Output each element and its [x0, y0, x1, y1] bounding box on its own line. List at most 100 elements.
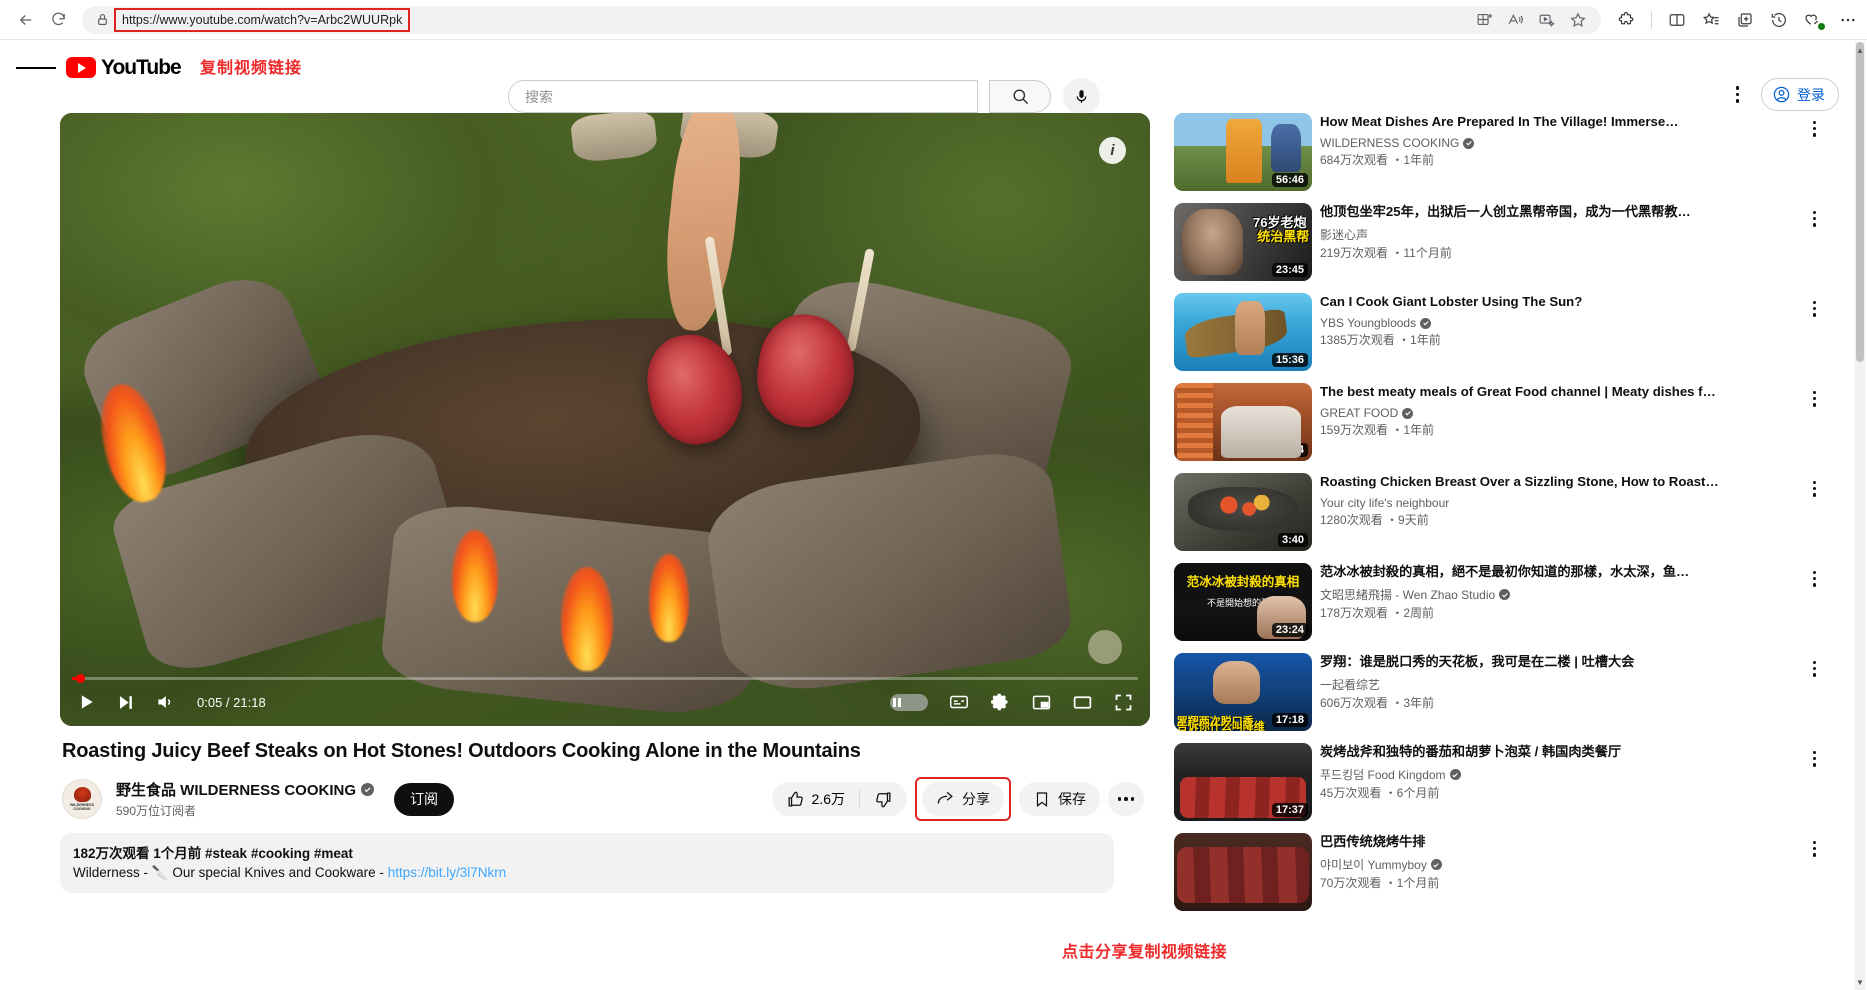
recommendation-stats: 1385万次观看 ・1年前 — [1320, 333, 1441, 347]
recommendation-thumbnail[interactable] — [1174, 833, 1312, 911]
recommendation-menu-icon[interactable] — [1809, 837, 1820, 861]
refresh-button[interactable] — [42, 4, 74, 36]
progress-bar[interactable] — [72, 674, 1138, 683]
recommendation-channel[interactable]: 一起看综艺 — [1320, 676, 1802, 693]
more-actions-button[interactable] — [1108, 782, 1144, 816]
page-body: i 0:05 / 21:18 Roasting Juicy Beef Steak… — [0, 95, 1867, 923]
recommendation-title[interactable]: 他顶包坐牢25年，出狱后一人创立黑帮帝国，成为一代黑帮教… — [1320, 203, 1802, 221]
recommendation-item[interactable]: 17:37 炭烤战斧和独特的番茄和胡萝卜泡菜 / 韩国肉类餐厅 푸드킹덤 Food … — [1174, 743, 1820, 821]
channel-avatar[interactable]: WILDERNESS COOKING — [62, 779, 102, 819]
recommendation-item[interactable]: 56:46 How Meat Dishes Are Prepared In The… — [1174, 113, 1820, 191]
recommendation-menu-icon[interactable] — [1809, 207, 1820, 231]
search-input[interactable]: 搜索 — [508, 80, 978, 113]
video-player[interactable]: i 0:05 / 21:18 — [60, 113, 1150, 726]
recommendation-thumbnail[interactable]: 2:45:24 — [1174, 383, 1312, 461]
scroll-up-arrow[interactable]: ▲ — [1855, 44, 1865, 56]
share-button[interactable]: 分享 — [922, 782, 1004, 816]
theater-mode-icon[interactable] — [1072, 692, 1093, 713]
recommendation-channel[interactable]: Your city life's neighbour — [1320, 496, 1802, 510]
scrollbar-thumb[interactable] — [1856, 42, 1864, 362]
video-enhance-icon[interactable] — [1538, 11, 1555, 28]
recommendation-item[interactable]: 2:45:24 The best meaty meals of Great Foo… — [1174, 383, 1820, 461]
recommendation-item[interactable]: 76岁老炮 统治黑帮 23:45 他顶包坐牢25年，出狱后一人创立黑帮帝国，成为一代黑… — [1174, 203, 1820, 281]
voice-search-button[interactable] — [1063, 78, 1100, 115]
page-scrollbar[interactable] — [1855, 42, 1865, 990]
recommendation-thumbnail[interactable]: 范冰冰被封殺的真相 不是開始想的那樣 23:24 — [1174, 563, 1312, 641]
recommendation-title[interactable]: 罗翔：谁是脱口秀的天花板，我可是在二楼 | 吐槽大会 — [1320, 653, 1802, 671]
recommendation-channel[interactable]: 影迷心声 — [1320, 226, 1802, 243]
recommendation-item[interactable]: 范冰冰被封殺的真相 不是開始想的那樣 23:24 范冰冰被封殺的真相，絕不是最初你知道… — [1174, 563, 1820, 641]
recommendation-thumbnail[interactable]: 17:37 — [1174, 743, 1312, 821]
recommendation-menu-icon[interactable] — [1809, 297, 1820, 321]
history-icon[interactable] — [1770, 11, 1788, 29]
play-icon[interactable] — [76, 692, 96, 712]
video-info-icon[interactable]: i — [1099, 137, 1126, 164]
description-link[interactable]: https://bit.ly/3l7Nkrn — [388, 865, 507, 880]
recommendation-thumbnail[interactable]: 罗翔两次脱口秀 告诉你什么叫降维 17:18 — [1174, 653, 1312, 731]
recommendation-channel[interactable]: 야미보이 Yummyboy — [1320, 856, 1802, 873]
recommendation-thumbnail[interactable]: 3:40 — [1174, 473, 1312, 551]
settings-gear-icon[interactable] — [990, 692, 1011, 713]
url-text[interactable]: https://www.youtube.com/watch?v=Arbc2WUU… — [114, 7, 411, 32]
address-bar[interactable]: https://www.youtube.com/watch?v=Arbc2WUU… — [82, 5, 1601, 34]
volume-icon[interactable] — [155, 692, 175, 712]
recommendation-title[interactable]: 炭烤战斧和独特的番茄和胡萝卜泡菜 / 韩国肉类餐厅 — [1320, 743, 1802, 761]
recommendation-menu-icon[interactable] — [1809, 477, 1820, 501]
recommendation-title[interactable]: 范冰冰被封殺的真相，絕不是最初你知道的那樣，水太深，鱼… — [1320, 563, 1802, 581]
split-screen-icon[interactable] — [1476, 11, 1493, 28]
recommendation-title[interactable]: The best meaty meals of Great Food chann… — [1320, 383, 1802, 401]
split-screen-window-icon[interactable] — [1668, 11, 1686, 29]
recommendation-list: 56:46 How Meat Dishes Are Prepared In The… — [1174, 113, 1820, 911]
collections-icon[interactable] — [1736, 11, 1754, 29]
recommendation-title[interactable]: How Meat Dishes Are Prepared In The Vill… — [1320, 113, 1802, 131]
save-button[interactable]: 保存 — [1019, 782, 1100, 816]
recommendation-title[interactable]: 巴西传统烧烤牛排 — [1320, 833, 1802, 851]
settings-more-icon[interactable] — [1839, 11, 1857, 29]
extensions-icon[interactable] — [1617, 11, 1635, 29]
search-button[interactable] — [989, 80, 1051, 113]
recommendation-item[interactable]: 罗翔两次脱口秀 告诉你什么叫降维 17:18 罗翔：谁是脱口秀的天花板，我可是在二楼 … — [1174, 653, 1820, 731]
recommendation-item[interactable]: 15:36 Can I Cook Giant Lobster Using The … — [1174, 293, 1820, 371]
recommendation-menu-icon[interactable] — [1809, 567, 1820, 591]
fullscreen-icon[interactable] — [1113, 692, 1134, 713]
menu-hamburger-icon[interactable] — [16, 48, 56, 88]
subscribe-button[interactable]: 订阅 — [394, 782, 455, 816]
recommendation-menu-icon[interactable] — [1809, 117, 1820, 141]
channel-watermark[interactable] — [1088, 630, 1122, 664]
video-description[interactable]: 182万次观看 1个月前 #steak #cooking #meat Wilde… — [60, 833, 1114, 893]
dislike-button[interactable] — [860, 790, 907, 809]
like-count: 2.6万 — [811, 791, 845, 807]
favorites-list-icon[interactable] — [1702, 11, 1720, 29]
like-button[interactable]: 2.6万 — [772, 789, 859, 809]
recommendation-channel[interactable]: YBS Youngbloods — [1320, 316, 1802, 330]
recommendation-channel[interactable]: GREAT FOOD — [1320, 406, 1802, 420]
youtube-logo[interactable]: YouTube — [66, 56, 182, 80]
read-aloud-icon[interactable] — [1507, 11, 1524, 28]
recommendation-thumbnail[interactable]: 56:46 — [1174, 113, 1312, 191]
recommendation-channel[interactable]: WILDERNESS COOKING — [1320, 136, 1802, 150]
autoplay-toggle[interactable] — [890, 693, 928, 711]
recommendation-title[interactable]: Can I Cook Giant Lobster Using The Sun? — [1320, 293, 1802, 311]
more-vertical-icon[interactable] — [1730, 80, 1746, 109]
star-icon[interactable] — [1569, 11, 1587, 29]
signin-button[interactable]: 登录 — [1761, 78, 1839, 111]
subtitles-icon[interactable] — [948, 691, 970, 713]
channel-name-row[interactable]: 野生食品 WILDERNESS COOKING — [116, 779, 375, 800]
back-button[interactable] — [10, 4, 42, 36]
recommendation-item[interactable]: 巴西传统烧烤牛排 야미보이 Yummyboy 70万次观看 ・1个月前 — [1174, 833, 1820, 911]
recommendation-menu-icon[interactable] — [1809, 747, 1820, 771]
miniplayer-icon[interactable] — [1031, 692, 1052, 713]
recommendation-menu-icon[interactable] — [1809, 387, 1820, 411]
recommendation-thumbnail[interactable]: 76岁老炮 统治黑帮 23:45 — [1174, 203, 1312, 281]
recommendation-channel[interactable]: 푸드킹덤 Food Kingdom — [1320, 766, 1802, 783]
recommendation-title[interactable]: Roasting Chicken Breast Over a Sizzling … — [1320, 473, 1802, 491]
next-icon[interactable] — [116, 693, 135, 712]
channel-meta: 野生食品 WILDERNESS COOKING 590万位订阅者 — [116, 779, 375, 819]
recommendation-thumbnail[interactable]: 15:36 — [1174, 293, 1312, 371]
recommendation-channel[interactable]: 文昭思緒飛揚 - Wen Zhao Studio — [1320, 586, 1802, 603]
lock-icon — [92, 13, 112, 26]
recommendation-item[interactable]: 3:40 Roasting Chicken Breast Over a Sizzl… — [1174, 473, 1820, 551]
recommendation-menu-icon[interactable] — [1809, 657, 1820, 681]
browser-essentials-icon[interactable] — [1804, 10, 1826, 31]
scroll-down-arrow[interactable]: ▼ — [1855, 976, 1865, 988]
